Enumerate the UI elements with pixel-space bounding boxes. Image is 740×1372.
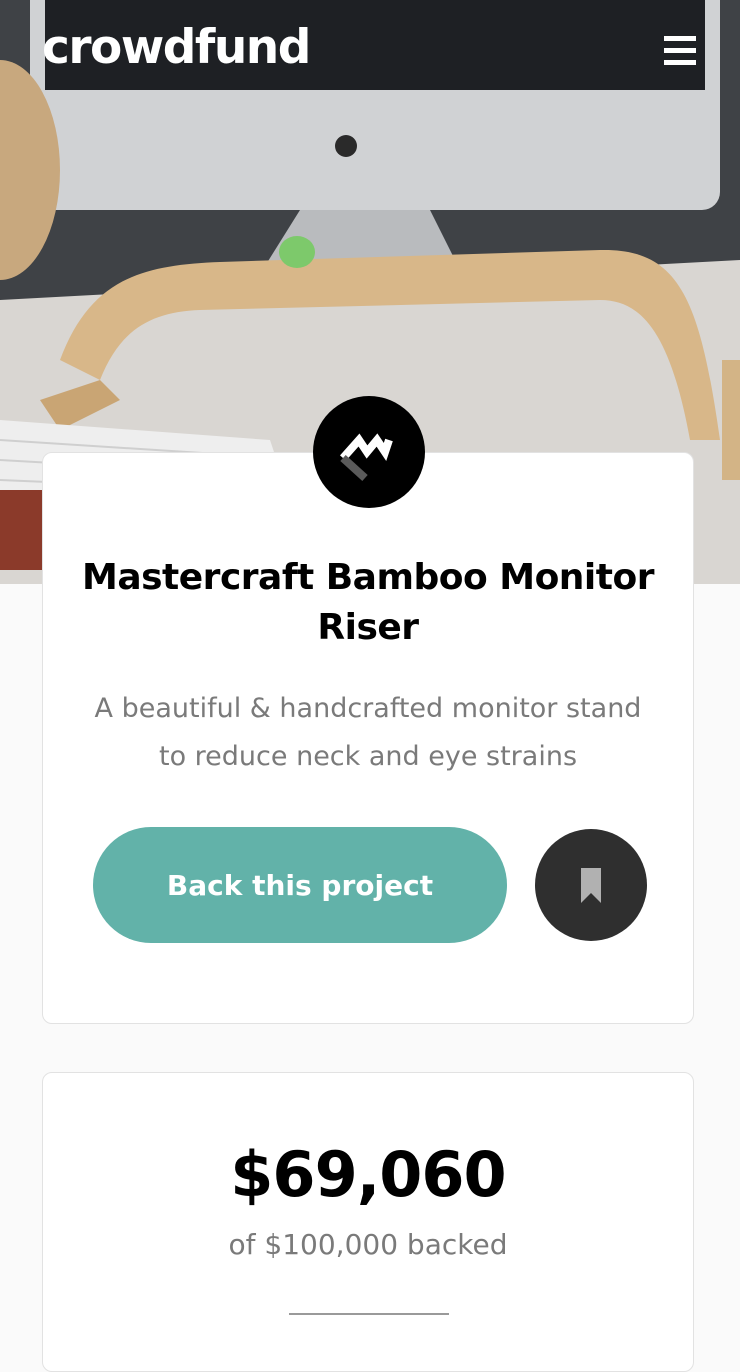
project-title: Mastercraft Bamboo Monitor Riser [82, 557, 654, 648]
project-description: A beautiful & handcrafted monitor stand … [94, 693, 642, 772]
bookmark-icon [581, 868, 601, 903]
amount-backed: $69,060 [230, 1138, 506, 1211]
funding-stats-card: $69,060 of $100,000 backed [42, 1072, 694, 1372]
back-project-button[interactable]: Back this project [93, 827, 507, 943]
amount-backed-goal: of $100,000 backed [228, 1228, 508, 1261]
menu-bar-middle [664, 48, 696, 53]
hamburger-menu-icon[interactable] [664, 36, 696, 68]
app-logo[interactable]: crowdfund [42, 24, 311, 71]
mastercraft-logo-icon [313, 396, 425, 508]
bookmark-button[interactable] [535, 829, 647, 941]
menu-bar-top [664, 36, 696, 41]
menu-bar-bottom [664, 60, 696, 65]
stats-divider [289, 1313, 449, 1315]
project-intro-card: Mastercraft Bamboo Monitor Riser A beaut… [42, 452, 694, 1024]
mastercraft-logo-graphic [340, 433, 393, 481]
